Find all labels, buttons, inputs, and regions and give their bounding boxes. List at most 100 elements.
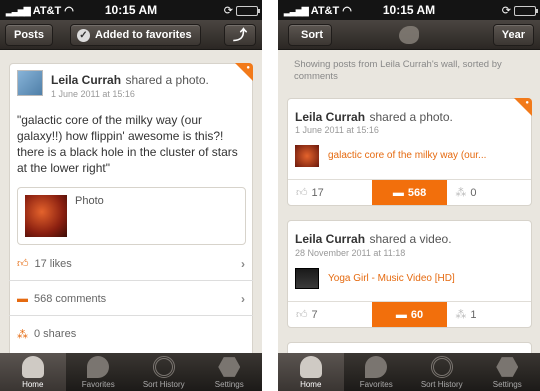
comment-icon: ▬	[17, 292, 28, 305]
tree-icon	[21, 356, 44, 378]
post-stats: 👍︎ 7 ▬ 60 ⁂ 1	[288, 301, 531, 327]
shares-stat[interactable]: ⁂ 1	[447, 302, 531, 327]
post-link[interactable]: galactic core of the milky way (our...	[328, 150, 486, 161]
right-screen: ▂▃▅▇ AT&T ◠ 10:15 AM ⟳ Sort Year Showing …	[278, 0, 540, 391]
thumbs-up-icon: 👍︎	[17, 258, 29, 270]
share-arrow-icon: ⤴	[233, 27, 247, 43]
photo-thumbnail	[295, 145, 319, 167]
comments-row[interactable]: ▬ 568 comments ›	[9, 282, 253, 316]
author-name[interactable]: Leila Currah	[51, 73, 121, 87]
post-card-1[interactable]: ● Leila Currah shared a photo. 1 June 20…	[287, 98, 532, 206]
post-card-3[interactable]	[287, 342, 532, 353]
leaf-icon	[365, 356, 388, 378]
sort-info: Showing posts from Leila Currah's wall, …	[294, 59, 502, 82]
hex-nut-icon	[496, 357, 519, 377]
likes-stat[interactable]: 👍︎ 7	[288, 302, 372, 327]
share-nodes-icon: ⁂	[455, 309, 467, 321]
shares-count: 0	[470, 186, 477, 199]
battery-icon	[236, 5, 260, 16]
comments-count: 60	[410, 308, 424, 321]
post-stats: 👍︎ 17 ▬ 568 ⁂ 0	[288, 179, 531, 205]
tab-bar: Home Favorites Sort History Settings	[0, 353, 262, 391]
tab-sort-history-label: Sort History	[142, 380, 185, 389]
tab-favorites-label: Favorites	[81, 380, 115, 389]
tab-settings[interactable]: Settings	[475, 353, 540, 391]
post-date: 28 November 2011 at 11:18	[295, 248, 406, 258]
favorite-ribbon	[235, 63, 253, 81]
likes-stat[interactable]: 👍︎ 17	[288, 180, 372, 205]
author-name: Leila Currah	[295, 110, 366, 124]
rotation-lock-icon: ⟳	[223, 5, 233, 17]
year-button[interactable]: Year	[492, 24, 534, 46]
post-date: 1 June 2011 at 15:16	[295, 125, 379, 135]
share-nodes-icon: ⁂	[17, 328, 28, 341]
likes-count: 7	[311, 308, 318, 321]
favorites-button[interactable]: ✓ Added to favorites	[70, 24, 201, 46]
status-bar: ▂▃▅▇ AT&T ◠ 10:15 AM ⟳	[278, 0, 540, 20]
rings-icon	[430, 356, 453, 378]
battery-icon	[514, 5, 538, 16]
shares-count: 0 shares	[34, 328, 77, 340]
clock: 10:15 AM	[382, 3, 436, 17]
post-detail: ● Leila Currah shared a photo. 1 June 20…	[0, 51, 262, 353]
thumbs-up-icon: 👍︎	[296, 309, 308, 321]
status-right: ⟳	[502, 4, 538, 17]
check-badge-icon: ✓	[77, 29, 90, 42]
tab-settings[interactable]: Settings	[197, 353, 263, 391]
comments-count: 568 comments	[34, 292, 107, 305]
squirrel-logo-icon	[399, 26, 419, 44]
tab-sort-history[interactable]: Sort History	[409, 353, 475, 391]
rings-icon	[152, 356, 175, 378]
favorites-label: Added to favorites	[95, 29, 192, 41]
tab-home[interactable]: Home	[0, 353, 66, 391]
comments-count: 568	[407, 186, 427, 199]
comment-icon: ▬	[395, 308, 407, 321]
shares-stat[interactable]: ⁂ 0	[447, 180, 531, 205]
status-bar: ▂▃▅▇ AT&T ◠ 10:15 AM ⟳	[0, 0, 262, 20]
tab-sort-history[interactable]: Sort History	[131, 353, 197, 391]
leaf-icon	[87, 356, 110, 378]
tab-favorites-label: Favorites	[359, 380, 393, 389]
photo-thumbnail	[25, 195, 67, 237]
post-list: Showing posts from Leila Currah's wall, …	[278, 51, 540, 353]
nav-bar: Sort Year	[278, 20, 540, 50]
tab-favorites[interactable]: Favorites	[344, 353, 410, 391]
post-action: shared a photo.	[369, 110, 453, 124]
post-card-2[interactable]: Leila Currah shared a video. 28 November…	[287, 220, 532, 328]
tab-favorites[interactable]: Favorites	[66, 353, 132, 391]
tree-icon	[299, 356, 322, 378]
video-thumbnail	[295, 268, 319, 289]
post-action: shared a photo.	[125, 73, 209, 87]
likes-row[interactable]: 👍︎ 17 likes ›	[9, 247, 253, 281]
photo-attachment[interactable]: Photo	[17, 187, 246, 245]
likes-count: 17	[311, 186, 324, 199]
tab-sort-history-label: Sort History	[420, 380, 463, 389]
shares-row[interactable]: ⁂ 0 shares	[9, 317, 253, 351]
ribbon-icon: ●	[246, 65, 250, 71]
thumbs-up-icon: 👍︎	[296, 187, 308, 199]
likes-count: 17 likes	[34, 257, 72, 270]
avatar	[17, 70, 43, 96]
photo-label: Photo	[75, 195, 104, 207]
share-nodes-icon: ⁂	[455, 187, 467, 199]
tab-home[interactable]: Home	[278, 353, 344, 391]
shares-count: 1	[470, 308, 477, 321]
post-date: 1 June 2011 at 15:16	[51, 89, 135, 99]
posts-back-button[interactable]: Posts	[5, 24, 53, 46]
post-header: Leila Currah shared a photo.	[295, 108, 453, 126]
post-header: Leila Currah shared a photo.	[51, 71, 209, 89]
comments-stat[interactable]: ▬ 60	[371, 302, 448, 327]
post-action: shared a video.	[369, 232, 452, 246]
author-name: Leila Currah	[295, 232, 366, 246]
share-button[interactable]: ⤴	[224, 24, 256, 46]
ribbon-icon: ●	[525, 100, 529, 106]
nav-bar: Posts ✓ Added to favorites ⤴	[0, 20, 262, 50]
left-screen: ▂▃▅▇ AT&T ◠ 10:15 AM ⟳ Posts ✓ Added to f…	[0, 0, 262, 391]
post-text: "galactic core of the milky way (our gal…	[17, 113, 238, 175]
clock: 10:15 AM	[104, 3, 158, 17]
tab-settings-label: Settings	[492, 380, 522, 389]
comment-icon: ▬	[392, 186, 404, 199]
comments-stat[interactable]: ▬ 568	[371, 180, 448, 205]
post-link[interactable]: Yoga Girl - Music Video [HD]	[328, 273, 455, 284]
sort-back-button[interactable]: Sort	[288, 24, 332, 46]
